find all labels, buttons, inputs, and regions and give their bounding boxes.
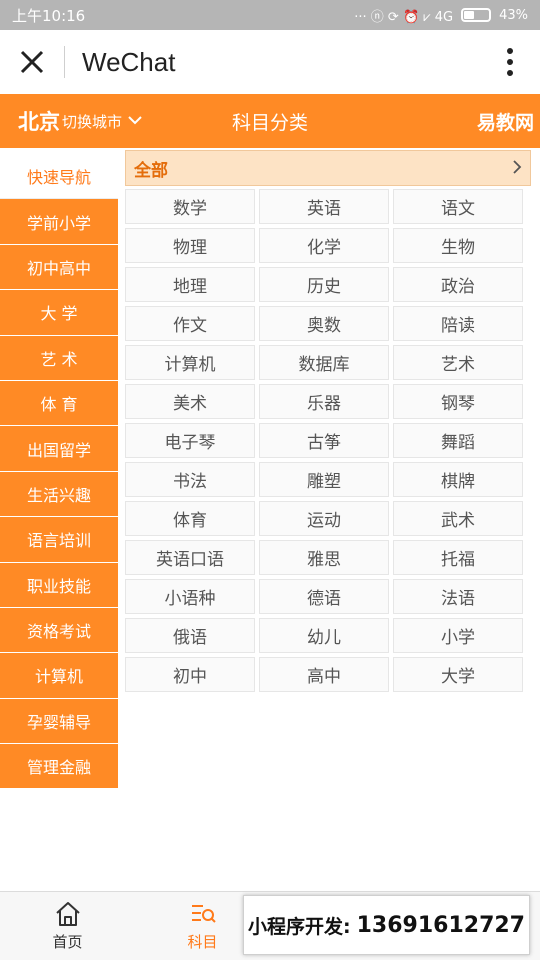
subject-cell[interactable]: 俄语	[125, 618, 255, 653]
sidebar-item-university[interactable]: 大 学	[0, 290, 118, 336]
subject-cell[interactable]: 政治	[393, 267, 523, 302]
status-icons: ··· ⓝ ⟳ ⏰ ⩗ 4G 43%	[354, 6, 528, 25]
subject-cell[interactable]: 棋牌	[393, 462, 523, 497]
subject-cell[interactable]: 作文	[125, 306, 255, 341]
tab-subjects-label: 科目	[187, 932, 218, 951]
subject-cell[interactable]: 德语	[259, 579, 389, 614]
title-divider	[64, 46, 65, 78]
subject-cell[interactable]: 武术	[393, 501, 523, 536]
sidebar-item-hobbies[interactable]: 生活兴趣	[0, 471, 118, 518]
subject-cell[interactable]: 雕塑	[259, 462, 389, 497]
sidebar-item-vocational[interactable]: 职业技能	[0, 562, 118, 608]
subject-cell[interactable]: 陪读	[393, 306, 523, 341]
all-subjects-label: 全部	[134, 160, 168, 181]
subject-cell[interactable]: 奥数	[259, 306, 389, 341]
subject-cell[interactable]: 化学	[259, 228, 389, 263]
subject-cell[interactable]: 美术	[125, 384, 255, 419]
subject-cell[interactable]: 数据库	[259, 345, 389, 380]
subject-cell[interactable]: 托福	[393, 540, 523, 575]
subject-cell[interactable]: 生物	[393, 228, 523, 263]
all-subjects-row[interactable]: 全部	[125, 150, 531, 186]
subject-cell[interactable]: 英语	[259, 189, 389, 224]
sidebar-item-sports[interactable]: 体 育	[0, 380, 118, 427]
subject-cell[interactable]: 地理	[125, 267, 255, 302]
subject-cell[interactable]: 乐器	[259, 384, 389, 419]
subject-cell[interactable]: 大学	[393, 657, 523, 692]
category-sidebar: 快速导航 学前小学 初中高中 大 学 艺 术 体 育 出国留学 生活兴趣 语言培…	[0, 154, 118, 790]
subject-cell[interactable]: 艺术	[393, 345, 523, 380]
subject-cell[interactable]: 幼儿	[259, 618, 389, 653]
sidebar-item-language[interactable]: 语言培训	[0, 517, 118, 563]
subject-cell[interactable]: 小学	[393, 618, 523, 653]
sidebar-item-quick-nav[interactable]: 快速导航	[0, 154, 118, 200]
brand-logo-text[interactable]: 易教网	[477, 108, 534, 135]
tab-home-label: 首页	[52, 932, 83, 951]
subject-cell[interactable]: 雅思	[259, 540, 389, 575]
promo-text: 小程序开发:	[248, 915, 351, 938]
subject-content: 全部 数学 英语 语文 物理 化学 生物 地理 历史 政治 作文 奥数 陪读 计…	[125, 150, 531, 692]
subject-cell[interactable]: 高中	[259, 657, 389, 692]
window-title: WeChat	[82, 46, 176, 77]
subject-cell[interactable]: 英语口语	[125, 540, 255, 575]
status-time: 上午10:16	[12, 6, 86, 25]
status-bar: 上午10:16 ··· ⓝ ⟳ ⏰ ⩗ 4G 43%	[0, 0, 540, 30]
battery-icon	[461, 8, 492, 22]
subject-list-icon	[191, 904, 216, 923]
title-bar: WeChat	[0, 30, 540, 94]
home-icon	[55, 901, 80, 926]
subject-cell[interactable]: 运动	[259, 501, 389, 536]
subject-cell[interactable]: 初中	[125, 657, 255, 692]
sidebar-item-certification[interactable]: 资格考试	[0, 607, 118, 654]
subject-cell[interactable]: 法语	[393, 579, 523, 614]
top-nav: 北京 切换城市 科目分类 易教网	[0, 94, 540, 148]
promo-phone: 13691612727	[356, 912, 525, 938]
switch-city-link[interactable]: 切换城市	[62, 111, 122, 132]
status-indicators: ··· ⓝ ⟳ ⏰ ⩗ 4G	[354, 9, 454, 25]
subject-cell[interactable]: 数学	[125, 189, 255, 224]
close-button[interactable]	[0, 30, 64, 94]
subject-cell[interactable]: 钢琴	[393, 384, 523, 419]
chevron-down-icon[interactable]	[128, 113, 142, 129]
battery-percent: 43%	[499, 7, 528, 23]
subject-cell[interactable]: 物理	[125, 228, 255, 263]
subject-cell[interactable]: 体育	[125, 501, 255, 536]
sidebar-item-preschool-primary[interactable]: 学前小学	[0, 199, 118, 245]
city-name[interactable]: 北京	[18, 106, 60, 136]
subject-cell[interactable]: 古筝	[259, 423, 389, 458]
sidebar-item-middle-high[interactable]: 初中高中	[0, 244, 118, 291]
subject-cell[interactable]: 语文	[393, 189, 523, 224]
more-vertical-icon	[507, 48, 513, 76]
subject-cell[interactable]: 历史	[259, 267, 389, 302]
tab-home[interactable]: 首页	[0, 892, 135, 960]
sidebar-item-maternity[interactable]: 孕婴辅导	[0, 698, 118, 745]
subject-grid: 数学 英语 语文 物理 化学 生物 地理 历史 政治 作文 奥数 陪读 计算机 …	[125, 189, 531, 692]
chevron-right-icon	[512, 158, 522, 179]
close-icon	[20, 50, 44, 74]
subject-cell[interactable]: 舞蹈	[393, 423, 523, 458]
subject-cell[interactable]: 小语种	[125, 579, 255, 614]
subject-cell[interactable]: 书法	[125, 462, 255, 497]
subject-cell[interactable]: 电子琴	[125, 423, 255, 458]
promo-banner[interactable]: 小程序开发: 13691612727	[243, 895, 530, 955]
sidebar-item-finance[interactable]: 管理金融	[0, 744, 118, 790]
sidebar-item-art[interactable]: 艺 术	[0, 335, 118, 381]
subject-cell[interactable]: 计算机	[125, 345, 255, 380]
sidebar-item-computer[interactable]: 计算机	[0, 653, 118, 699]
more-button[interactable]	[480, 30, 540, 94]
sidebar-item-study-abroad[interactable]: 出国留学	[0, 426, 118, 472]
